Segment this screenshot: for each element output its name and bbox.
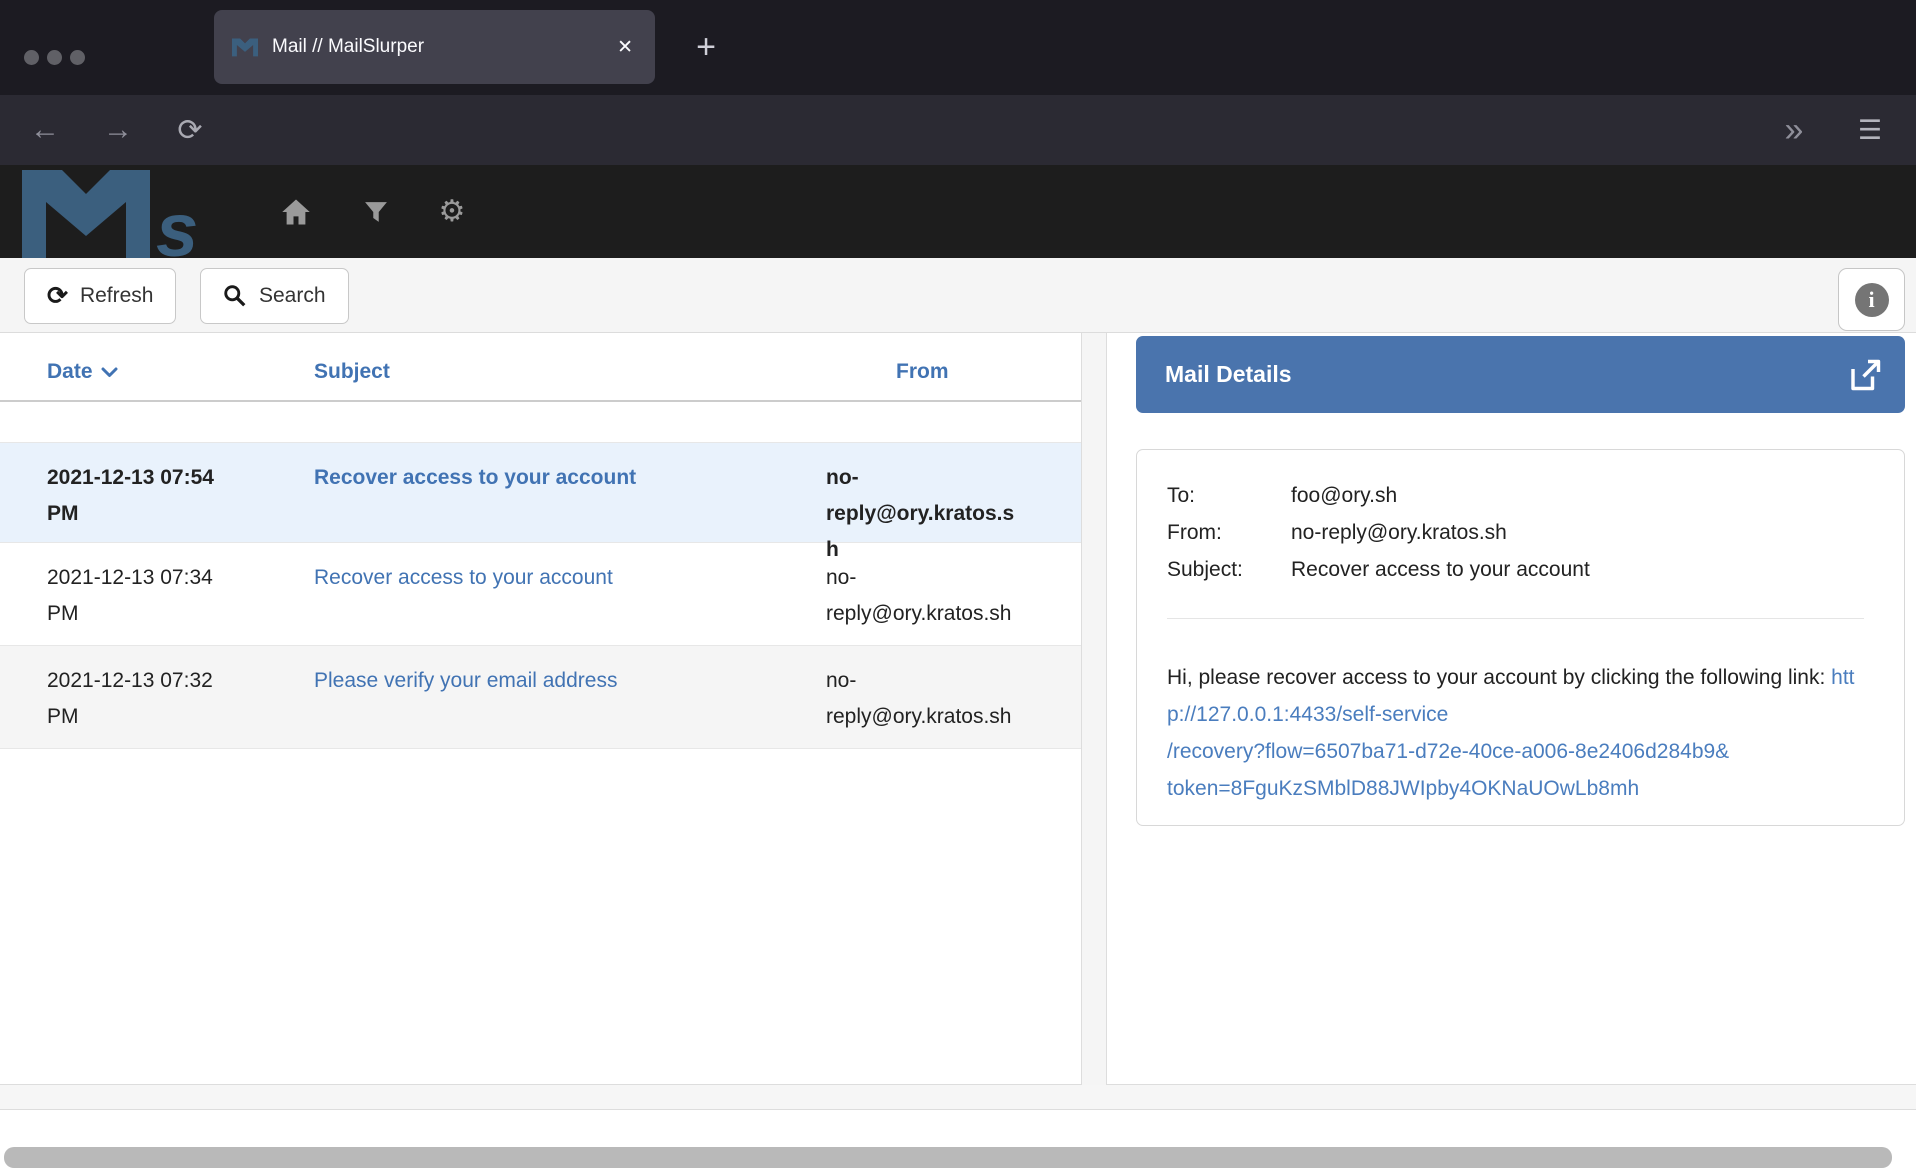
detail-row-from: From: no-reply@ory.kratos.sh (1167, 514, 1864, 551)
subject-label: Subject: (1167, 551, 1291, 588)
window-control-dot[interactable] (24, 50, 39, 65)
external-link-icon (1847, 357, 1883, 393)
mail-details-card: To: foo@ory.sh From: no-reply@ory.kratos… (1136, 449, 1905, 826)
detail-row-subject: Subject: Recover access to your account (1167, 551, 1864, 588)
mail-row-from: no-reply@ory.kratos.sh (826, 663, 1080, 748)
mail-details-panel: Mail Details To: foo@ory.sh From: no-rep… (1107, 333, 1916, 1085)
overflow-chevrons-icon[interactable]: » (1766, 95, 1822, 165)
from-label: From: (1167, 514, 1291, 551)
recovery-link-line: token=8FguKzSMblD88JWIpby4OKNaUOwLb8mh (1167, 770, 1864, 807)
forward-icon[interactable]: → (93, 95, 143, 165)
to-value: foo@ory.sh (1291, 477, 1397, 514)
details-divider (1167, 618, 1864, 619)
mail-details-header: Mail Details (1136, 336, 1905, 413)
app-header: s ⚙ (0, 165, 1916, 258)
to-label: To: (1167, 477, 1291, 514)
sort-chevron-down-icon (101, 367, 118, 378)
mail-row-selected[interactable]: 2021-12-13 07:54 PM Recover access to yo… (0, 443, 1081, 543)
refresh-button[interactable]: ⟳ Refresh (24, 268, 176, 324)
window-controls[interactable] (24, 50, 85, 65)
column-header-subject[interactable]: Subject (314, 360, 826, 400)
gear-icon[interactable]: ⚙ (432, 165, 472, 258)
tab-close-icon[interactable]: ✕ (617, 10, 633, 84)
mail-row-date: 2021-12-13 07:34 PM (0, 560, 314, 645)
mail-row-from: no-reply@ory.kratos.sh (826, 460, 1080, 542)
refresh-icon: ⟳ (47, 281, 68, 311)
home-icon[interactable] (276, 165, 316, 258)
mail-details-title: Mail Details (1136, 361, 1847, 388)
footer-strip (0, 1085, 1916, 1110)
mail-body-intro: Hi, please recover access to your accoun… (1167, 666, 1831, 689)
panel-divider (1082, 333, 1107, 1110)
from-value: no-reply@ory.kratos.sh (1291, 514, 1507, 551)
horizontal-scrollbar[interactable] (4, 1147, 1892, 1168)
search-button-label: Search (259, 284, 326, 308)
mail-body-text: Hi, please recover access to your accoun… (1167, 659, 1864, 807)
column-header-from[interactable]: From (826, 360, 1080, 400)
window-control-dot[interactable] (70, 50, 85, 65)
mailslurper-favicon-icon (232, 36, 258, 58)
mail-list-header-row: Date Subject From (0, 333, 1081, 402)
subject-value: Recover access to your account (1291, 551, 1590, 588)
bottom-scroll-area (0, 1110, 1916, 1170)
tab-title: Mail // MailSlurper (272, 36, 424, 58)
detail-row-to: To: foo@ory.sh (1167, 477, 1864, 514)
mail-list-panel: Date Subject From 2021-12-13 07:54 PM Re… (0, 333, 1082, 1085)
column-header-date-label: Date (47, 360, 93, 384)
mail-list-empty-row (0, 402, 1081, 443)
search-icon (223, 284, 247, 308)
mail-row-subject-link[interactable]: Recover access to your account (314, 466, 636, 489)
browser-tab-bar: Mail // MailSlurper ✕ + (0, 0, 1916, 95)
info-button[interactable]: i (1838, 268, 1905, 331)
back-icon[interactable]: ← (20, 95, 70, 165)
window-control-dot[interactable] (47, 50, 62, 65)
filter-icon[interactable] (358, 165, 394, 258)
browser-tab-mailslurper[interactable]: Mail // MailSlurper ✕ (214, 10, 655, 84)
new-tab-button[interactable]: + (683, 22, 729, 72)
mailslurper-logo: s (22, 166, 232, 258)
recovery-link-line: /recovery?flow=6507ba71-d72e-40ce-a006-8… (1167, 733, 1864, 770)
mail-row[interactable]: 2021-12-13 07:34 PM Recover access to yo… (0, 543, 1081, 646)
mail-row-subject-link[interactable]: Recover access to your account (314, 566, 613, 589)
column-header-date[interactable]: Date (0, 360, 314, 400)
open-external-button[interactable] (1847, 357, 1905, 393)
refresh-button-label: Refresh (80, 284, 154, 308)
browser-navbar: ← → ⟳ 127.0.0.1:4436/# 90% ☆ » ☰ (0, 95, 1916, 165)
mail-row[interactable]: 2021-12-13 07:32 PM Please verify your e… (0, 646, 1081, 749)
mailslurper-page: { "browser": { "tab_title": "Mail // Mai… (0, 0, 1916, 1170)
info-icon: i (1855, 283, 1889, 317)
action-toolbar: ⟳ Refresh Search (0, 258, 1916, 333)
mail-row-subject-link[interactable]: Please verify your email address (314, 669, 617, 692)
svg-text:s: s (156, 188, 198, 258)
reload-icon[interactable]: ⟳ (165, 95, 215, 165)
mail-row-date: 2021-12-13 07:32 PM (0, 663, 314, 748)
mail-row-date: 2021-12-13 07:54 PM (0, 460, 314, 542)
menu-hamburger-icon[interactable]: ☰ (1842, 95, 1898, 165)
mail-row-from: no-reply@ory.kratos.sh (826, 560, 1080, 645)
search-button[interactable]: Search (200, 268, 349, 324)
